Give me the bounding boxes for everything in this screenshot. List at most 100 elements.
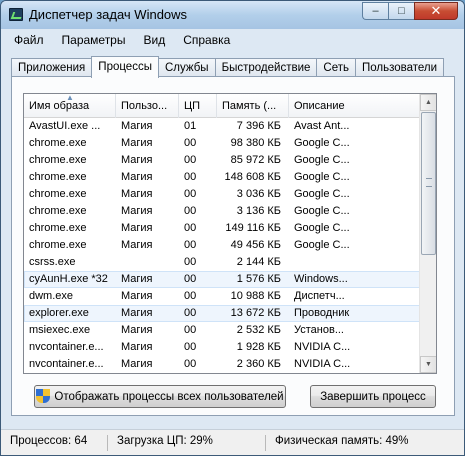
tab-services[interactable]: Службы [157,58,216,78]
table-row[interactable]: explorer.exe Магия 00 13 672 КБ Проводник [24,305,420,322]
process-cpu: 00 [184,171,197,183]
process-memory: 148 608 КБ [224,171,281,183]
minimize-button[interactable]: – [362,2,388,20]
process-user: Магия [121,120,153,132]
process-description: NVIDIA C... [294,341,351,353]
process-image-name: chrome.exe [29,188,87,200]
tab-strip: Приложения Процессы Службы Быстродействи… [11,56,445,78]
maximize-button[interactable]: □ [388,2,414,20]
process-image-name: chrome.exe [29,205,87,217]
column-header-cpu[interactable]: ЦП [179,94,217,118]
process-cpu: 00 [184,256,197,268]
table-row[interactable]: msiexec.exe Магия 00 2 532 КБ Установ... [24,322,420,339]
tab-users[interactable]: Пользователи [355,58,445,78]
process-memory: 2 360 КБ [236,358,281,370]
process-image-name: chrome.exe [29,222,87,234]
process-image-name: chrome.exe [29,137,87,149]
uac-shield-icon [36,389,51,404]
table-row[interactable]: cyAunH.exe *32 Магия 00 1 576 КБ Windows... [24,271,420,288]
column-header-image-name[interactable]: ▲ Имя образа [24,94,116,118]
process-description: Проводник [294,307,350,319]
process-image-name: cyAunH.exe *32 [29,273,108,285]
process-memory: 1 928 КБ [236,341,281,353]
process-cpu: 00 [184,307,197,319]
status-bar: Процессов: 64 Загрузка ЦП: 29% Физическа… [1,429,464,455]
table-row[interactable]: AvastUI.exe ... Магия 01 7 396 КБ Avast Ant.… [24,118,420,135]
process-memory: 49 456 КБ [230,239,281,251]
table-row[interactable]: chrome.exe Магия 00 148 608 КБ Google C... [24,169,420,186]
title-bar[interactable]: Диспетчер задач Windows – □ ✕ [1,1,464,29]
table-row[interactable]: chrome.exe Магия 00 49 456 КБ Google C... [24,237,420,254]
menu-help[interactable]: Справка [174,30,239,52]
menu-file[interactable]: Файл [5,30,53,52]
process-cpu: 00 [184,205,197,217]
process-list-header: ▲ Имя образа Пользо... ЦП Память (... Оп… [24,94,420,118]
process-description: NVIDIA C... [294,358,351,370]
table-row[interactable]: nvcontainer.e... Магия 00 1 928 КБ NVIDIA C.… [24,339,420,356]
process-memory: 10 988 КБ [230,290,281,302]
menu-bar: Файл Параметры Вид Справка [5,30,239,52]
table-row[interactable]: chrome.exe Магия 00 3 036 КБ Google C... [24,186,420,203]
process-user: Магия [121,324,153,336]
table-row[interactable]: chrome.exe Магия 00 85 972 КБ Google C... [24,152,420,169]
show-all-users-processes-button[interactable]: Отображать процессы всех пользователей [34,385,286,408]
scroll-up-button[interactable]: ▲ [420,94,436,111]
column-header-description[interactable]: Описание [289,94,420,118]
window-title: Диспетчер задач Windows [29,7,188,22]
process-image-name: csrss.exe [29,256,76,268]
process-memory: 7 396 КБ [236,120,281,132]
close-button[interactable]: ✕ [414,2,458,20]
process-image-name: chrome.exe [29,239,87,251]
show-all-users-processes-label: Отображать процессы всех пользователей [54,390,284,403]
process-user: Магия [121,171,153,183]
menu-view[interactable]: Вид [134,30,174,52]
process-user: Магия [121,154,153,166]
table-row[interactable]: nvcontainer.e... Магия 00 2 360 КБ NVIDIA C.… [24,356,420,373]
task-manager-window: Диспетчер задач Windows – □ ✕ Файл Парам… [0,0,465,456]
tab-networking[interactable]: Сеть [316,58,356,78]
end-process-button[interactable]: Завершить процесс [310,385,436,408]
column-header-memory[interactable]: Память (... [217,94,289,118]
process-image-name: AvastUI.exe ... [29,120,101,132]
process-cpu: 00 [184,324,197,336]
process-description [289,254,420,271]
process-user: Магия [121,290,153,302]
table-row[interactable]: chrome.exe Магия 00 3 136 КБ Google C... [24,203,420,220]
process-user: Магия [121,341,153,353]
process-description: Google C... [294,222,350,234]
process-memory: 149 116 КБ [225,222,281,234]
process-memory: 2 532 КБ [236,324,281,336]
scroll-down-button[interactable]: ▼ [420,356,436,373]
vertical-scrollbar[interactable]: ▲ ▼ [419,94,436,373]
column-header-label: Имя образа [29,100,90,112]
process-description: Avast Ant... [294,120,350,132]
process-description: Windows... [294,273,348,285]
scroll-thumb[interactable] [421,112,436,255]
tab-performance[interactable]: Быстродействие [214,58,318,78]
process-memory: 3 136 КБ [236,205,281,217]
table-row[interactable]: chrome.exe Магия 00 149 116 КБ Google C... [24,220,420,237]
caption-buttons: – □ ✕ [362,2,458,21]
menu-options[interactable]: Параметры [53,30,135,52]
process-list[interactable]: ▲ Имя образа Пользо... ЦП Память (... Оп… [23,93,437,374]
tab-processes[interactable]: Процессы [91,56,159,78]
process-user: Магия [121,273,153,285]
process-user: Магия [121,358,153,370]
process-user: Магия [121,188,153,200]
process-description: Google C... [294,188,350,200]
process-description: Google C... [294,205,350,217]
table-row[interactable]: dwm.exe Магия 00 10 988 КБ Диспетч... [24,288,420,305]
table-row[interactable]: csrss.exe 00 2 144 КБ [24,254,420,271]
process-user [116,254,179,271]
table-row[interactable]: chrome.exe Магия 00 98 380 КБ Google C... [24,135,420,152]
column-header-user[interactable]: Пользо... [116,94,179,118]
process-description: Google C... [294,239,350,251]
status-physical-memory: Физическая память: 49% [275,435,409,447]
process-image-name: chrome.exe [29,154,87,166]
process-description: Диспетч... [294,290,345,302]
tab-applications[interactable]: Приложения [11,58,93,78]
process-image-name: nvcontainer.e... [29,358,104,370]
process-memory: 2 144 КБ [236,256,281,268]
task-manager-app-icon [9,8,23,21]
process-cpu: 00 [184,273,197,285]
